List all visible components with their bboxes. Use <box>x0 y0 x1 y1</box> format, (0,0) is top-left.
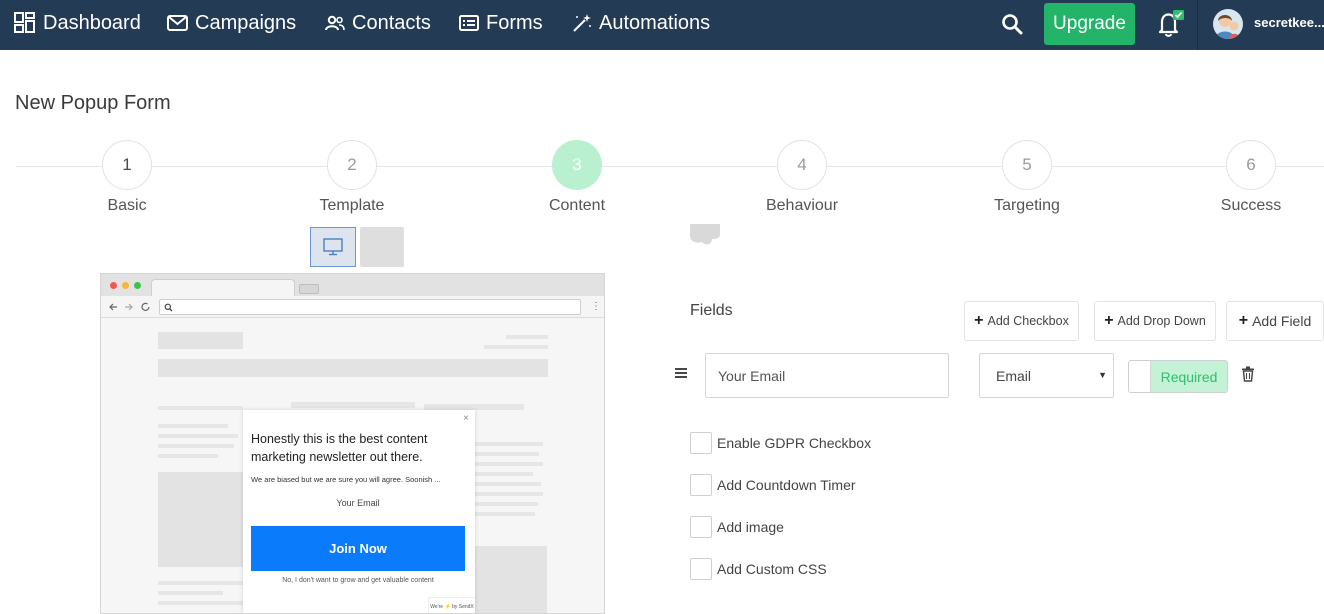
nav-contacts[interactable]: Contacts <box>325 0 431 46</box>
step-template[interactable]: 2 Template <box>292 140 412 215</box>
browser-titlebar <box>101 274 604 297</box>
checkbox[interactable] <box>690 474 712 496</box>
checkbox[interactable] <box>690 432 712 454</box>
popup-headline: Honestly this is the best content market… <box>251 432 428 464</box>
step-targeting[interactable]: 5 Targeting <box>967 140 1087 215</box>
nav-forms-label: Forms <box>486 11 543 34</box>
nav-dashboard[interactable]: Dashboard <box>14 0 141 46</box>
add-checkbox-button[interactable]: + Add Checkbox <box>964 301 1079 341</box>
browser-maximize-dot <box>134 282 141 289</box>
stepper-line <box>16 166 1324 167</box>
step-number: 1 <box>102 140 152 190</box>
popup-preview-browser: ⋮ × Honestly this is the best content ma… <box>100 273 605 614</box>
browser-toolbar: ⋮ <box>101 296 604 318</box>
add-dropdown-button[interactable]: + Add Drop Down <box>1094 301 1216 341</box>
checkbox[interactable] <box>690 516 712 538</box>
step-number: 2 <box>327 140 377 190</box>
page-title: New Popup Form <box>15 92 171 114</box>
step-content[interactable]: 3 Content <box>517 140 637 215</box>
toggle-knob <box>1129 361 1151 392</box>
magic-wand-icon <box>573 14 591 32</box>
nav-dashboard-label: Dashboard <box>43 11 141 34</box>
drag-handle-icon[interactable] <box>674 366 688 380</box>
search-icon <box>164 303 173 312</box>
step-number: 3 <box>552 140 602 190</box>
add-checkbox-label: Add Checkbox <box>987 314 1069 328</box>
step-label: Success <box>1220 197 1282 214</box>
popup-decline-link[interactable]: No, I don't want to grow and get valuabl… <box>251 577 465 584</box>
step-number: 4 <box>777 140 827 190</box>
required-toggle[interactable]: Required <box>1128 360 1228 393</box>
step-label: Basic <box>107 197 147 214</box>
sendx-branding: We're ⚡ by SendX <box>428 597 475 613</box>
dashboard-grid-icon <box>14 12 35 33</box>
nav-automations[interactable]: Automations <box>572 0 710 46</box>
nav-campaigns[interactable]: Campaigns <box>167 0 296 46</box>
required-label: Required <box>1151 361 1227 392</box>
plus-icon: + <box>974 312 984 329</box>
puzzle-icon <box>690 224 721 245</box>
custom-css-option[interactable]: Add Custom CSS <box>690 558 827 580</box>
field-type-value: Email <box>996 367 1032 384</box>
bell-icon[interactable] <box>1154 8 1186 40</box>
gdpr-checkbox-option[interactable]: Enable GDPR Checkbox <box>690 432 871 454</box>
search-icon[interactable] <box>1000 12 1024 36</box>
browser-nav-icons <box>109 302 150 311</box>
step-basic[interactable]: 1 Basic <box>67 140 187 215</box>
step-label: Targeting <box>994 197 1060 214</box>
avatar[interactable] <box>1213 9 1243 39</box>
browser-minimize-dot <box>122 282 129 289</box>
option-label: Add Countdown Timer <box>717 477 856 493</box>
trash-icon[interactable] <box>1241 366 1255 382</box>
mobile-preview-toggle[interactable] <box>360 227 404 267</box>
add-field-button[interactable]: + Add Field <box>1226 301 1324 341</box>
nav-divider <box>1197 0 1198 50</box>
popup-form-preview[interactable]: × Honestly this is the best content mark… <box>243 410 475 613</box>
nav-automations-label: Automations <box>599 11 711 34</box>
step-label: Behaviour <box>765 197 839 214</box>
browser-menu-icon: ⋮ <box>591 301 601 312</box>
users-icon <box>325 15 345 31</box>
nav-contacts-label: Contacts <box>352 11 431 34</box>
popup-email-input[interactable]: Your Email <box>251 498 465 508</box>
countdown-timer-option[interactable]: Add Countdown Timer <box>690 474 856 496</box>
add-image-option[interactable]: Add image <box>690 516 784 538</box>
browser-tab <box>151 279 295 297</box>
field-name-input[interactable]: Your Email <box>705 353 949 398</box>
form-icon <box>459 15 479 31</box>
popup-subtext: We are biased but we are sure you will a… <box>251 475 441 484</box>
step-label: Template <box>319 197 385 214</box>
option-label: Enable GDPR Checkbox <box>717 435 872 451</box>
nav-campaigns-label: Campaigns <box>195 11 297 34</box>
envelope-icon <box>167 15 188 31</box>
caret-down-icon: ▼ <box>1098 370 1107 380</box>
step-number: 6 <box>1226 140 1276 190</box>
browser-address-bar <box>159 299 581 315</box>
username-label[interactable]: secretkee... <box>1254 15 1324 30</box>
join-now-button[interactable]: Join Now <box>251 526 465 571</box>
option-label: Add image <box>717 519 784 535</box>
desktop-preview-toggle[interactable] <box>310 227 356 267</box>
monitor-icon <box>323 238 343 256</box>
add-dropdown-label: Add Drop Down <box>1117 314 1206 328</box>
plus-icon: + <box>1104 312 1114 329</box>
option-label: Add Custom CSS <box>717 561 827 577</box>
checkbox[interactable] <box>690 558 712 580</box>
step-label: Content <box>548 197 606 214</box>
top-navbar: Dashboard Campaigns Contacts Forms Autom… <box>0 0 1324 50</box>
step-success[interactable]: 6 Success <box>1191 140 1311 215</box>
browser-new-tab <box>299 284 319 294</box>
field-type-select[interactable]: Email ▼ <box>979 353 1114 398</box>
add-field-label: Add Field <box>1252 313 1312 329</box>
browser-close-dot <box>110 282 117 289</box>
step-number: 5 <box>1002 140 1052 190</box>
step-behaviour[interactable]: 4 Behaviour <box>742 140 862 215</box>
plus-icon: + <box>1238 312 1249 329</box>
fields-title: Fields <box>690 302 733 319</box>
nav-forms[interactable]: Forms <box>459 0 543 46</box>
upgrade-button[interactable]: Upgrade <box>1044 3 1135 45</box>
popup-close-icon[interactable]: × <box>463 413 469 424</box>
